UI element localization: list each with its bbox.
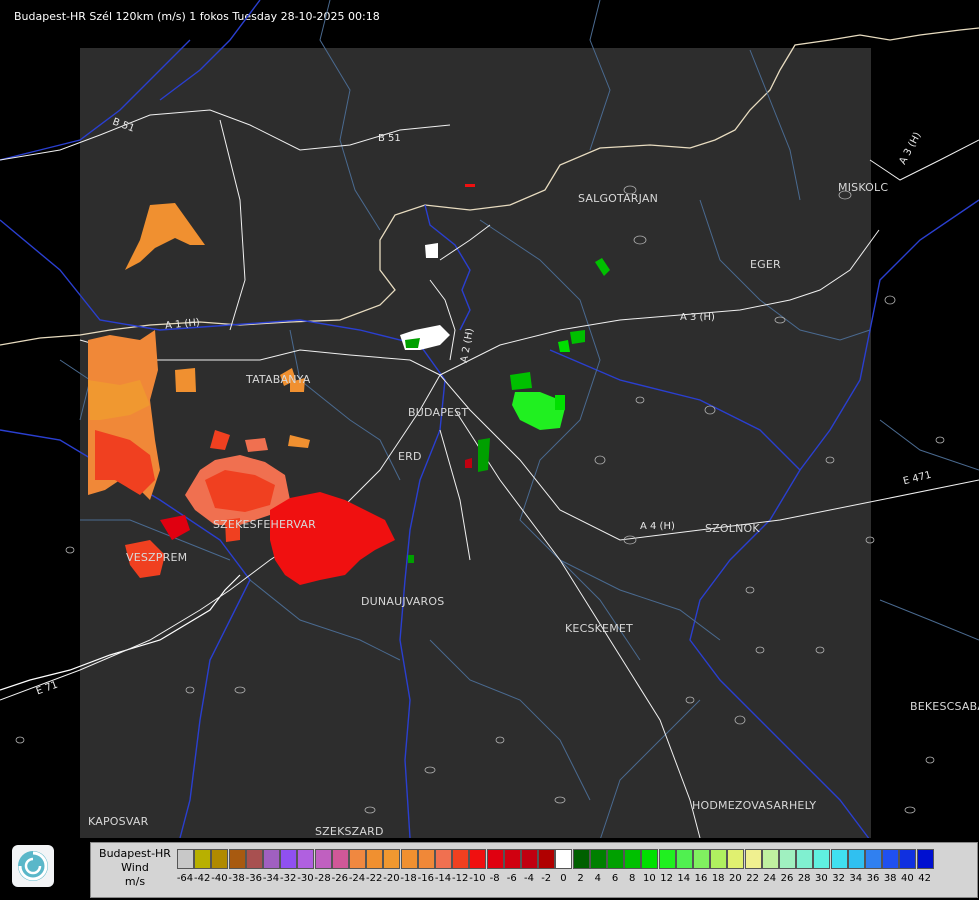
city-label-szekszard: SZEKSZARD [315,825,384,838]
legend-swatch [263,849,280,869]
road-label-a4: A 4 (H) [640,521,675,532]
legend-swatch [417,849,435,869]
city-label-kaposvar: KAPOSVAR [88,815,149,828]
city-label-erd: ERD [398,450,422,463]
legend-swatch [882,849,900,869]
city-label-veszprem: VESZPREM [126,551,188,564]
legend-swatch [916,849,934,869]
legend-swatch [194,849,212,869]
city-label-bekescsaba: BEKESCSABA [910,700,979,713]
city-label-tatabanya: TATABANYA [246,373,311,386]
radar-coverage-area [80,48,871,838]
legend-swatch [521,849,538,869]
legend-swatch [400,849,418,869]
city-label-salgotarjan: SALGOTARJAN [578,192,659,205]
legend-swatch [383,849,401,869]
legend-radar-name: Budapest-HR [99,847,171,860]
legend-swatch [435,849,452,869]
city-label-hodmezovasarhely: HODMEZOVASARHELY [692,799,817,812]
legend-swatch [744,849,762,869]
legend-swatch [779,849,796,869]
legend-swatch [245,849,263,869]
legend-swatch [641,849,659,869]
legend-swatch [865,849,882,869]
legend-swatch [727,849,745,869]
legend-swatch [280,849,298,869]
legend-swatch [813,849,831,869]
legend-title: Budapest-HR Wind m/s [91,847,179,889]
color-scale-legend: Budapest-HR Wind m/s -64 -42 -40 -38 -36 -34-… [90,842,978,898]
legend-swatch [607,849,624,869]
city-label-dunaujvaros: DUNAUJVAROS [361,595,445,608]
legend-unit: m/s [124,875,146,888]
legend-swatch [452,849,470,869]
legend-swatch [177,849,194,869]
legend-swatch [366,849,384,869]
legend-swatch [693,849,710,869]
legend-swatch [710,849,728,869]
city-label-szekesfehervar: SZEKESFEHERVAR [213,518,316,531]
legend-swatch [297,849,315,869]
legend-swatch [624,849,642,869]
legend-swatch [555,849,573,869]
legend-swatch [538,849,556,869]
legend-swatch [589,849,607,869]
legend-swatch [796,849,814,869]
city-label-eger: EGER [750,258,781,271]
legend-tick-label: 42 [918,873,931,884]
legend-swatch [899,849,917,869]
legend-swatch [761,849,779,869]
legend-swatch [331,849,349,869]
legend-product-name: Wind [121,861,149,874]
legend-swatch [486,849,504,869]
city-label-miskolc: MISKOLC [838,181,889,194]
legend-swatch [228,849,246,869]
city-label-budapest: BUDAPEST [408,406,469,419]
legend-swatch [503,849,521,869]
city-label-kecskemet: KECSKEMET [565,622,633,635]
met-service-logo [12,845,54,887]
legend-swatch [572,849,590,869]
road-label-a3: A 3 (H) [680,312,715,323]
city-label-szolnok: SZOLNOK [705,522,760,535]
legend-swatch [314,849,332,869]
legend-swatch [349,849,366,869]
radar-map [0,0,979,841]
legend-swatch [675,849,693,869]
legend-swatch [469,849,487,869]
legend-swatch [658,849,676,869]
road-label-b51-east: B 51 [378,133,401,144]
legend-swatch [211,849,229,869]
legend-swatch [830,849,848,869]
legend-swatch [847,849,865,869]
